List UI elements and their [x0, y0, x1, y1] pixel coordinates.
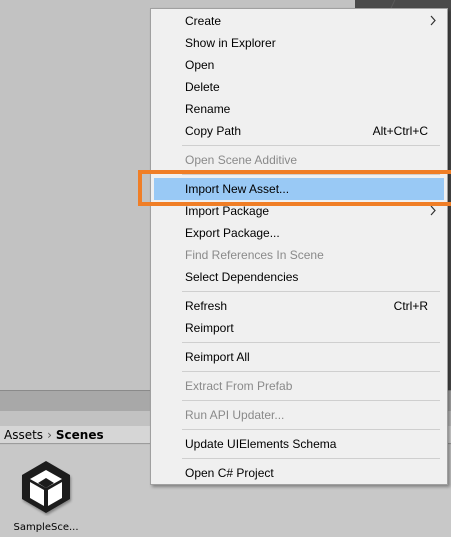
- menu-item-reimport[interactable]: Reimport: [154, 317, 444, 339]
- chevron-right-icon: [430, 205, 436, 216]
- chevron-right-icon: [430, 15, 436, 26]
- menu-item-delete[interactable]: Delete: [154, 76, 444, 98]
- menu-item-export-package[interactable]: Export Package...: [154, 222, 444, 244]
- menu-separator: [182, 291, 440, 292]
- unity-logo-icon: [22, 461, 70, 513]
- menu-item-open-scene-additive: Open Scene Additive: [185, 153, 298, 167]
- menu-item-rename[interactable]: Rename: [154, 98, 444, 120]
- menu-separator: [182, 371, 440, 372]
- menu-separator: [182, 400, 440, 401]
- menu-separator: [182, 458, 440, 459]
- shortcut-label: Alt+Ctrl+C: [372, 124, 428, 138]
- menu-item-import-new-asset[interactable]: Import New Asset...: [154, 178, 444, 200]
- shortcut-label: Ctrl+R: [393, 299, 428, 313]
- menu-item-run-api-updater: Run API Updater...: [185, 408, 285, 422]
- breadcrumb-assets[interactable]: Assets: [4, 428, 43, 442]
- menu-item-show-in-explorer[interactable]: Show in Explorer: [154, 32, 444, 54]
- menu-item-find-references: Find References In Scene: [185, 248, 324, 262]
- menu-item-update-uielements-schema[interactable]: Update UIElements Schema: [154, 433, 444, 455]
- chevron-right-icon: ›: [47, 427, 52, 442]
- menu-item-refresh[interactable]: Refresh Ctrl+R: [154, 295, 444, 317]
- menu-separator: [182, 174, 440, 175]
- menu-item-create[interactable]: Create: [154, 10, 444, 32]
- menu-item-copy-path[interactable]: Copy Path Alt+Ctrl+C: [154, 120, 444, 142]
- menu-item-select-dependencies[interactable]: Select Dependencies: [154, 266, 444, 288]
- menu-separator: [182, 145, 440, 146]
- menu-separator: [182, 342, 440, 343]
- menu-item-import-package[interactable]: Import Package: [154, 200, 444, 222]
- menu-item-extract-from-prefab: Extract From Prefab: [185, 379, 293, 393]
- menu-separator: [182, 429, 440, 430]
- asset-label: SampleSce...: [13, 522, 79, 533]
- menu-item-open[interactable]: Open: [154, 54, 444, 76]
- menu-item-reimport-all[interactable]: Reimport All: [154, 346, 444, 368]
- context-menu: Create Show in Explorer Open Delete Rena…: [150, 8, 448, 485]
- breadcrumb-scenes[interactable]: Scenes: [56, 428, 104, 442]
- asset-sample-scene[interactable]: SampleSce...: [12, 458, 80, 533]
- menu-item-open-csharp-project[interactable]: Open C# Project: [154, 462, 444, 484]
